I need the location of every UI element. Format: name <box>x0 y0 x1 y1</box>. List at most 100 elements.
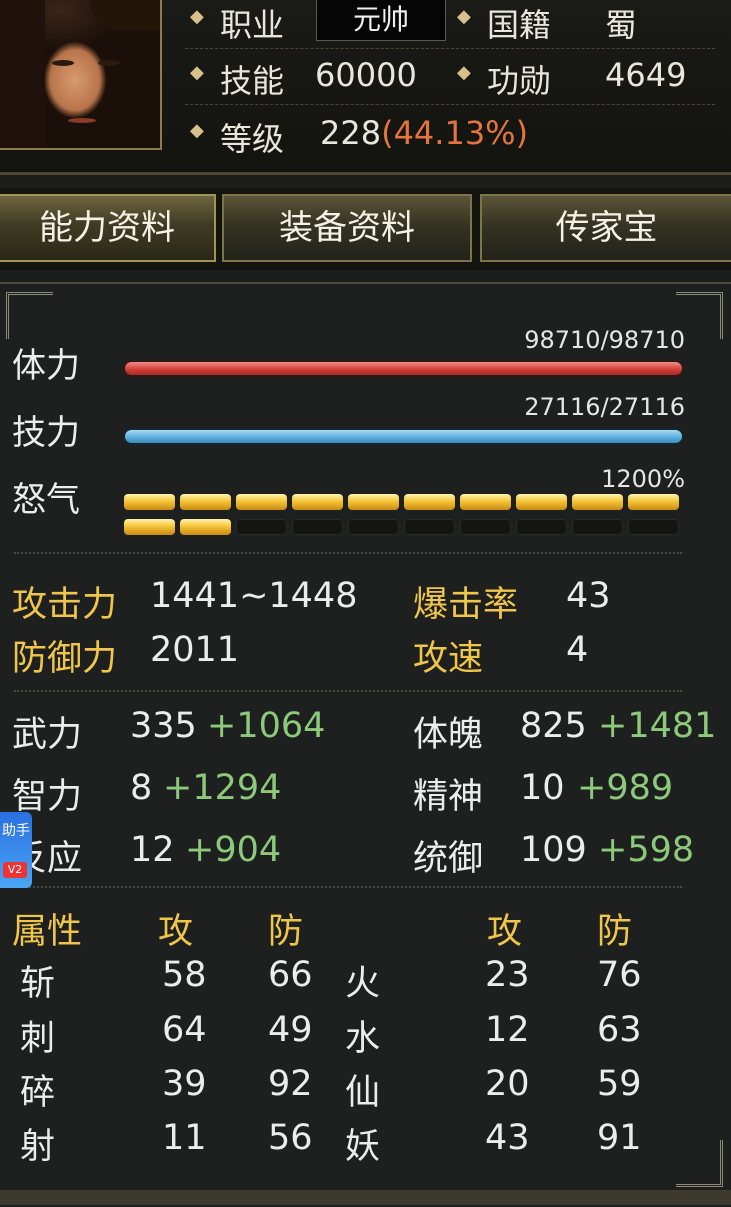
element-def: 66 <box>268 955 313 995</box>
profession-value: 元帅 <box>316 0 446 41</box>
rage-segment <box>180 519 231 535</box>
attr-bonus: +989 <box>577 768 674 808</box>
row-divider <box>185 48 715 49</box>
info-row-profession: ◆ 职业 ◆ 国籍 蜀 <box>185 0 715 50</box>
portrait-hair <box>0 0 45 148</box>
rage-segment <box>628 519 679 535</box>
rage-label: 怒气 <box>12 480 80 520</box>
nationality-value: 蜀 <box>605 6 638 44</box>
element-header-atk: 攻 <box>487 912 523 952</box>
skill-label: 技能 <box>220 62 285 100</box>
tab-heirloom[interactable]: 传家宝 <box>480 194 731 262</box>
level-percent: (44.13%) <box>381 114 529 152</box>
attr-base: 10 <box>520 768 565 808</box>
section-divider <box>14 886 682 888</box>
attr-base: 109 <box>520 830 587 870</box>
defense-label: 防御力 <box>12 639 118 679</box>
rage-value: 1200% <box>601 465 685 493</box>
attr-base: 825 <box>520 706 587 746</box>
crit-value: 43 <box>566 576 611 616</box>
level-value: 228(44.13%) <box>320 114 528 152</box>
element-def: 91 <box>597 1118 642 1158</box>
hp-bar <box>125 362 682 375</box>
diamond-icon: ◆ <box>190 120 204 141</box>
diamond-icon: ◆ <box>457 6 471 27</box>
element-name: 水 <box>345 1019 381 1059</box>
attr-base: 8 <box>130 768 153 808</box>
tab-ability[interactable]: 能力资料 <box>0 194 216 262</box>
section-divider <box>14 552 682 554</box>
portrait-hair-top <box>90 0 160 30</box>
info-row-skill: ◆ 技能 60000 ◆ 功勋 4649 <box>185 56 715 106</box>
element-atk: 20 <box>485 1064 530 1104</box>
merit-label: 功勋 <box>487 62 552 100</box>
element-def: 49 <box>268 1010 313 1050</box>
frame-corner <box>6 292 53 339</box>
element-name: 射 <box>20 1127 56 1167</box>
element-header-atk: 攻 <box>158 912 194 952</box>
element-def: 92 <box>268 1064 313 1104</box>
crit-label: 爆击率 <box>413 585 519 625</box>
attr-bonus: +1481 <box>598 706 717 746</box>
attr-bonus: +1064 <box>207 706 326 746</box>
character-portrait[interactable] <box>0 0 162 150</box>
element-header-title: 属性 <box>12 912 83 952</box>
element-header-def: 防 <box>597 912 633 952</box>
diamond-icon: ◆ <box>457 62 471 83</box>
element-header-def: 防 <box>268 912 304 952</box>
mp-label: 技力 <box>12 413 80 453</box>
element-def: 59 <box>597 1064 642 1104</box>
element-name: 火 <box>345 964 381 1004</box>
attr-base: 335 <box>130 706 197 746</box>
hp-label: 体力 <box>12 346 80 386</box>
assistant-badge[interactable]: 助手 V2 <box>0 812 32 888</box>
tab-equipment[interactable]: 装备资料 <box>222 194 472 262</box>
rage-segment <box>572 494 623 510</box>
merit-value: 4649 <box>605 56 687 94</box>
element-def: 63 <box>597 1010 642 1050</box>
rage-segment <box>404 519 455 535</box>
element-atk: 23 <box>485 955 530 995</box>
element-name: 仙 <box>345 1073 381 1113</box>
rage-segment <box>460 494 511 510</box>
section-divider <box>14 690 682 692</box>
assistant-badge-tag: V2 <box>3 862 27 878</box>
portrait-mouth <box>68 118 96 123</box>
panel-bottom-edge <box>0 1190 731 1205</box>
assistant-badge-text: 助手 <box>2 823 30 839</box>
attr-label: 体魄 <box>413 715 484 755</box>
rage-segment <box>460 519 511 535</box>
nationality-label: 国籍 <box>487 6 552 44</box>
info-row-level: ◆ 等级 228(44.13%) <box>185 114 715 164</box>
element-atk: 12 <box>485 1010 530 1050</box>
rage-segment <box>348 519 399 535</box>
diamond-icon: ◆ <box>190 6 204 27</box>
row-divider <box>185 104 715 105</box>
element-atk: 43 <box>485 1118 530 1158</box>
attr-label: 精神 <box>413 777 484 817</box>
element-name: 妖 <box>345 1127 381 1167</box>
hp-value: 98710/98710 <box>524 326 685 354</box>
rage-segment <box>404 494 455 510</box>
rage-segment <box>572 519 623 535</box>
rage-segment <box>180 494 231 510</box>
attack-label: 攻击力 <box>12 585 118 625</box>
element-name: 碎 <box>20 1073 56 1113</box>
rage-segment <box>292 494 343 510</box>
attr-bonus: +1294 <box>163 768 282 808</box>
element-name: 斩 <box>20 964 56 1004</box>
defense-value: 2011 <box>150 630 240 670</box>
portrait-eye-left <box>52 60 74 66</box>
attr-bonus: +904 <box>185 830 282 870</box>
level-number: 228 <box>320 114 382 152</box>
element-atk: 64 <box>162 1010 207 1050</box>
character-header: ◆ 职业 ◆ 国籍 蜀 元帅 ◆ 技能 60000 ◆ 功勋 4649 ◆ 等级… <box>0 0 731 175</box>
element-atk: 58 <box>162 955 207 995</box>
rage-segment <box>516 519 567 535</box>
mp-value: 27116/27116 <box>524 393 685 421</box>
speed-label: 攻速 <box>413 639 484 679</box>
rage-segment <box>124 494 175 510</box>
element-def: 56 <box>268 1118 313 1158</box>
rage-segment <box>348 494 399 510</box>
rage-segment <box>124 519 175 535</box>
